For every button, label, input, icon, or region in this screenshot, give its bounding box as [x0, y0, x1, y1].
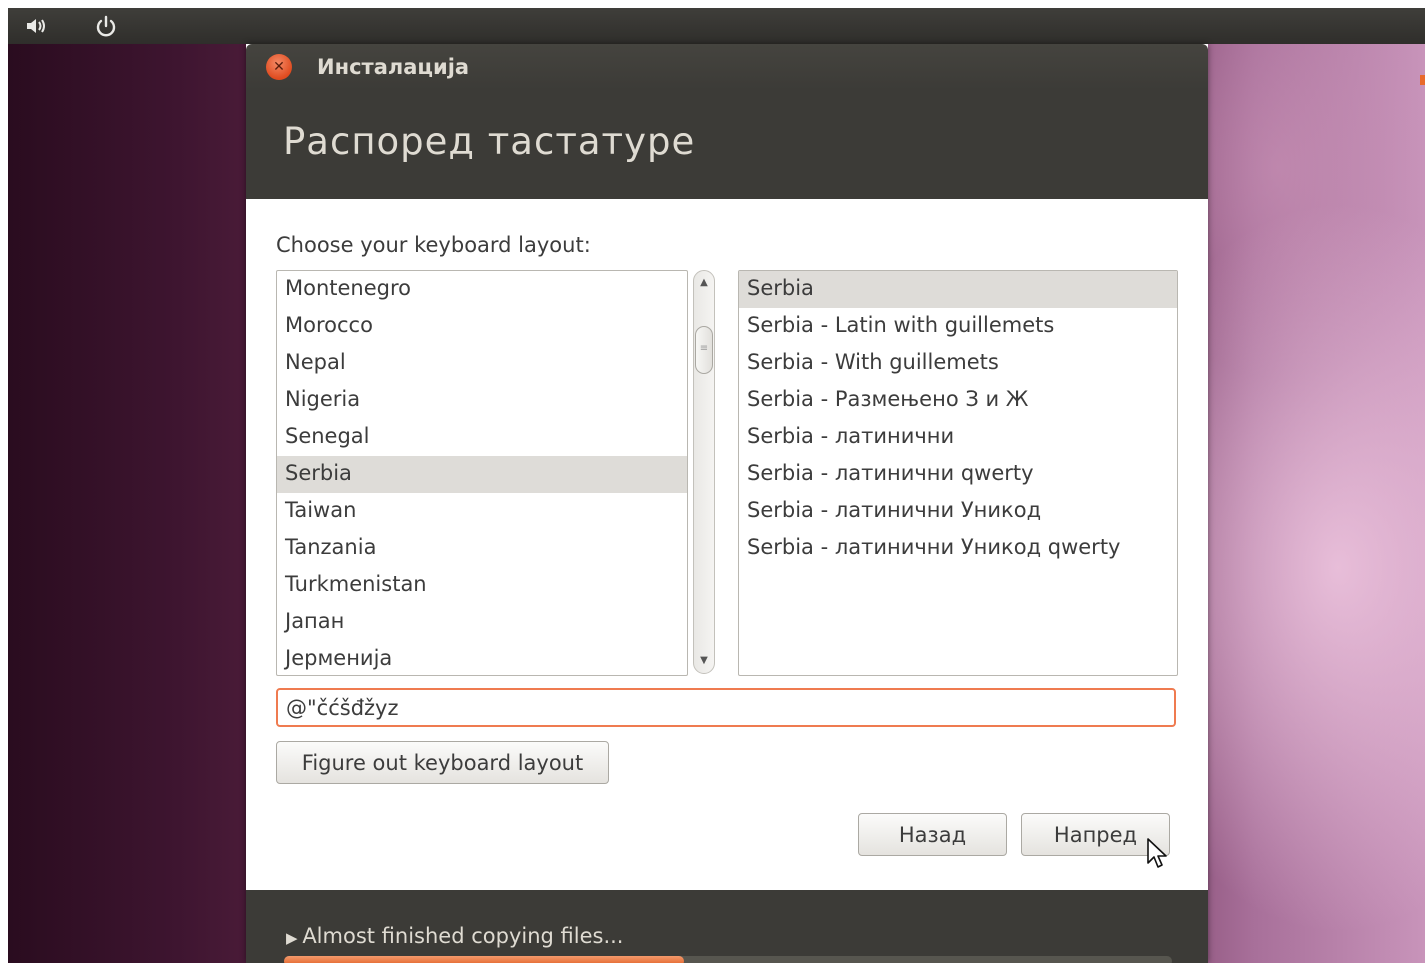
top-panel	[8, 8, 1425, 44]
layout-list-item[interactable]: Tanzania	[277, 530, 687, 567]
layout-prompt: Choose your keyboard layout:	[276, 233, 591, 257]
close-icon[interactable]: ✕	[266, 54, 292, 80]
layout-list-item[interactable]: Serbia	[277, 456, 687, 493]
variant-list-item[interactable]: Serbia - латинични Уникод qwerty	[739, 530, 1177, 567]
page-header: Распоред тастатуре	[246, 90, 1208, 199]
power-icon[interactable]	[94, 15, 118, 37]
desktop-background: ✕ Инсталација Распоред тастатуре Choose …	[8, 8, 1425, 963]
layout-list-item[interactable]: Nepal	[277, 345, 687, 382]
variant-list-item[interactable]: Serbia	[739, 271, 1177, 308]
back-button[interactable]: Назад	[858, 813, 1007, 856]
variant-list-item[interactable]: Serbia - Размењено З и Ж	[739, 382, 1177, 419]
layout-list-item[interactable]: Nigeria	[277, 382, 687, 419]
window-title: Инсталација	[317, 55, 470, 79]
keyboard-test-input[interactable]	[276, 688, 1176, 727]
scroll-down-icon[interactable]: ▼	[694, 651, 714, 671]
page-title: Распоред тастатуре	[283, 120, 696, 163]
layout-list-item[interactable]: Јапан	[277, 604, 687, 641]
figure-out-layout-button[interactable]: Figure out keyboard layout	[276, 741, 609, 784]
layout-list-scrollbar[interactable]: ▲ ≡ ▼	[693, 270, 715, 674]
variant-list-item[interactable]: Serbia - латинични	[739, 419, 1177, 456]
variant-list-item[interactable]: Serbia - латинични qwerty	[739, 456, 1177, 493]
progress-footer: ▶ Almost finished copying files...	[246, 890, 1208, 963]
edge-indicator	[1420, 75, 1425, 85]
scroll-up-icon[interactable]: ▲	[694, 273, 714, 293]
layout-list-item[interactable]: Senegal	[277, 419, 687, 456]
window-titlebar[interactable]: ✕ Инсталација	[246, 44, 1208, 90]
scrollbar-thumb[interactable]: ≡	[695, 326, 713, 374]
layout-list[interactable]: Montenegro Morocco Nepal Nigeria Senegal Serb…	[276, 270, 688, 676]
layout-list-item[interactable]: Taiwan	[277, 493, 687, 530]
installer-window: ✕ Инсталација Распоред тастатуре Choose …	[246, 44, 1208, 963]
variant-list[interactable]: Serbia Serbia - Latin with guillemets Serb…	[738, 270, 1178, 676]
variant-list-item[interactable]: Serbia - Latin with guillemets	[739, 308, 1177, 345]
expander-triangle-icon: ▶	[286, 929, 303, 947]
progress-expander[interactable]: ▶ Almost finished copying files...	[286, 923, 623, 951]
progress-bar	[284, 956, 1172, 963]
layout-list-item[interactable]: Јерменија	[277, 641, 687, 675]
layout-list-item[interactable]: Turkmenistan	[277, 567, 687, 604]
variant-list-item[interactable]: Serbia - With guillemets	[739, 345, 1177, 382]
volume-icon[interactable]	[24, 15, 48, 37]
variant-list-item[interactable]: Serbia - латинични Уникод	[739, 493, 1177, 530]
layout-list-item[interactable]: Montenegro	[277, 271, 687, 308]
progress-bar-fill	[284, 956, 684, 963]
progress-label: Almost finished copying files...	[302, 924, 624, 948]
mouse-pointer-icon	[1146, 837, 1170, 871]
layout-list-item[interactable]: Morocco	[277, 308, 687, 345]
